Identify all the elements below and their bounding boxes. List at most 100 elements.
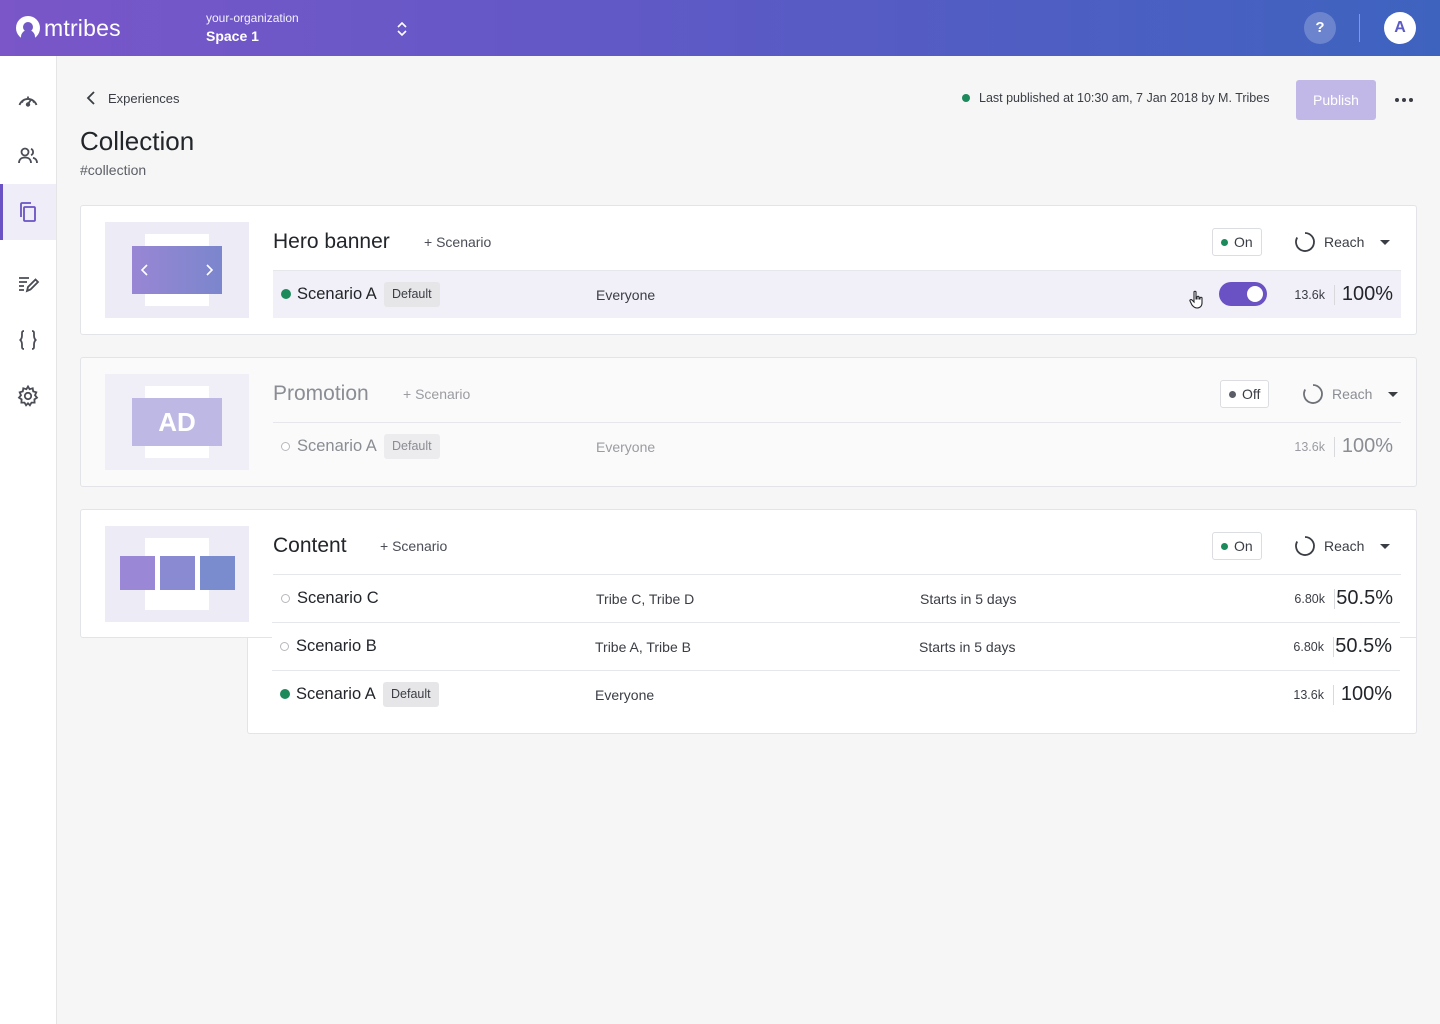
scenario-row[interactable]: Scenario C Tribe C, Tribe D Starts in 5 … bbox=[273, 574, 1401, 622]
tile-image bbox=[160, 556, 195, 590]
sidebar bbox=[0, 56, 57, 1024]
scenario-audience: Everyone bbox=[596, 287, 656, 303]
scenario-name: Scenario A bbox=[296, 685, 376, 703]
reach-circle-icon bbox=[1295, 232, 1315, 252]
reach-circle-icon bbox=[1303, 384, 1323, 404]
add-scenario-button[interactable]: + Scenario bbox=[424, 234, 491, 250]
inactive-dot bbox=[280, 642, 289, 651]
scenario-schedule: Starts in 5 days bbox=[920, 591, 1017, 607]
back-label: Experiences bbox=[108, 90, 180, 106]
experience-title: Hero banner bbox=[273, 230, 390, 253]
carousel-image bbox=[132, 246, 222, 294]
reach-dropdown[interactable]: Reach bbox=[1302, 382, 1399, 406]
status-dot bbox=[1221, 238, 1228, 246]
logo-icon bbox=[16, 16, 40, 40]
space-name: Space 1 bbox=[206, 28, 259, 44]
inactive-dot bbox=[281, 594, 290, 603]
experience-card-content: Content + Scenario On Reach Scenario C T… bbox=[80, 509, 1417, 638]
sidebar-item-settings[interactable] bbox=[0, 368, 56, 424]
chevron-left-icon bbox=[140, 264, 148, 276]
chevron-up-down-icon[interactable] bbox=[394, 19, 410, 39]
ad-image: AD bbox=[132, 398, 222, 446]
add-scenario-button[interactable]: + Scenario bbox=[403, 386, 470, 402]
experience-card-promotion: AD Promotion + Scenario Off Reach Scenar… bbox=[80, 357, 1417, 487]
users-icon bbox=[18, 147, 38, 164]
status-badge[interactable]: On bbox=[1212, 228, 1262, 256]
scenario-count: 6.80k bbox=[1294, 592, 1325, 606]
sidebar-item-dashboard[interactable] bbox=[0, 72, 56, 128]
experience-title: Promotion bbox=[273, 382, 369, 405]
add-scenario-button[interactable]: + Scenario bbox=[380, 538, 447, 554]
status-badge[interactable]: Off bbox=[1220, 380, 1270, 408]
default-badge: Default bbox=[383, 682, 439, 707]
scenario-audience: Everyone bbox=[595, 687, 655, 703]
reach-dropdown[interactable]: Reach bbox=[1294, 230, 1391, 254]
active-dot bbox=[280, 689, 290, 699]
status-label: Off bbox=[1242, 386, 1261, 402]
status-badge[interactable]: On bbox=[1212, 532, 1262, 560]
promotion-thumbnail: AD bbox=[105, 374, 249, 470]
page-slug: #collection bbox=[80, 162, 147, 178]
scenario-row[interactable]: Scenario A Default Everyone 13.6k 100% bbox=[273, 270, 1401, 318]
chevron-right-icon bbox=[206, 264, 214, 276]
publish-button[interactable]: Publish bbox=[1296, 80, 1376, 120]
sidebar-item-edit[interactable] bbox=[0, 256, 56, 312]
braces-icon bbox=[19, 330, 37, 350]
scenario-count: 6.80k bbox=[1293, 640, 1324, 654]
chevron-left-icon bbox=[86, 91, 95, 105]
status-label: On bbox=[1234, 538, 1253, 554]
scenario-percent: 100% bbox=[1341, 435, 1393, 457]
scenario-schedule: Starts in 5 days bbox=[919, 639, 1016, 655]
status-dot bbox=[962, 94, 970, 102]
space-selector[interactable]: your-organization Space 1 bbox=[206, 11, 299, 44]
gauge-icon bbox=[18, 96, 38, 107]
default-badge: Default bbox=[384, 434, 440, 459]
publish-status: Last published at 10:30 am, 7 Jan 2018 b… bbox=[962, 91, 1269, 105]
sidebar-item-tribes[interactable] bbox=[0, 128, 56, 184]
scenario-name: Scenario B bbox=[296, 637, 377, 655]
tile-image bbox=[120, 556, 155, 590]
more-options-icon[interactable] bbox=[1392, 88, 1416, 112]
experience-card-hero-banner: Hero banner + Scenario On Reach Scenario… bbox=[80, 205, 1417, 335]
caret-down-icon bbox=[1380, 239, 1391, 245]
scenario-name: Scenario C bbox=[297, 589, 379, 607]
reach-dropdown[interactable]: Reach bbox=[1294, 534, 1391, 558]
copy-icon bbox=[20, 202, 36, 222]
scenario-name: Scenario A bbox=[297, 285, 377, 303]
help-button[interactable]: ? bbox=[1304, 12, 1336, 44]
caret-down-icon bbox=[1388, 391, 1399, 397]
scenario-count: 13.6k bbox=[1294, 440, 1325, 454]
tile-image bbox=[200, 556, 235, 590]
scenario-audience: Everyone bbox=[596, 439, 656, 455]
experience-title: Content bbox=[273, 534, 347, 557]
scenario-name: Scenario A bbox=[297, 437, 377, 455]
topbar-divider bbox=[1359, 14, 1360, 42]
brand-logo[interactable]: mtribes bbox=[16, 14, 121, 42]
caret-down-icon bbox=[1380, 543, 1391, 549]
scenario-toggle[interactable] bbox=[1219, 282, 1267, 306]
default-badge: Default bbox=[384, 282, 440, 307]
scenario-percent: 50.5% bbox=[1336, 587, 1393, 609]
scenario-audience: Tribe A, Tribe B bbox=[595, 639, 691, 655]
scenario-percent: 100% bbox=[1340, 683, 1392, 705]
brand-name: mtribes bbox=[44, 14, 121, 41]
back-link[interactable]: Experiences bbox=[84, 90, 180, 106]
page-title: Collection bbox=[80, 126, 195, 156]
top-bar: mtribes your-organization Space 1 ? A bbox=[0, 0, 1440, 56]
avatar[interactable]: A bbox=[1384, 12, 1416, 44]
hand-cursor-icon bbox=[1189, 290, 1203, 309]
gear-icon bbox=[17, 384, 39, 407]
reach-circle-icon bbox=[1295, 536, 1315, 556]
sidebar-item-code[interactable] bbox=[0, 312, 56, 368]
published-text: Last published at 10:30 am, 7 Jan 2018 b… bbox=[979, 91, 1270, 105]
active-dot bbox=[281, 289, 291, 299]
organization-name: your-organization bbox=[206, 11, 299, 25]
scenario-row[interactable]: Scenario B Tribe A, Tribe B Starts in 5 … bbox=[272, 622, 1400, 670]
scenario-count: 13.6k bbox=[1294, 288, 1325, 302]
scenario-row[interactable]: Scenario A Default Everyone 13.6k 100% bbox=[273, 422, 1401, 470]
sidebar-item-experiences[interactable] bbox=[0, 184, 56, 240]
reach-label: Reach bbox=[1324, 538, 1365, 554]
scenario-row[interactable]: Scenario A Default Everyone 13.6k 100% bbox=[272, 670, 1400, 718]
inactive-dot bbox=[281, 442, 290, 451]
content-thumbnail bbox=[105, 526, 249, 622]
